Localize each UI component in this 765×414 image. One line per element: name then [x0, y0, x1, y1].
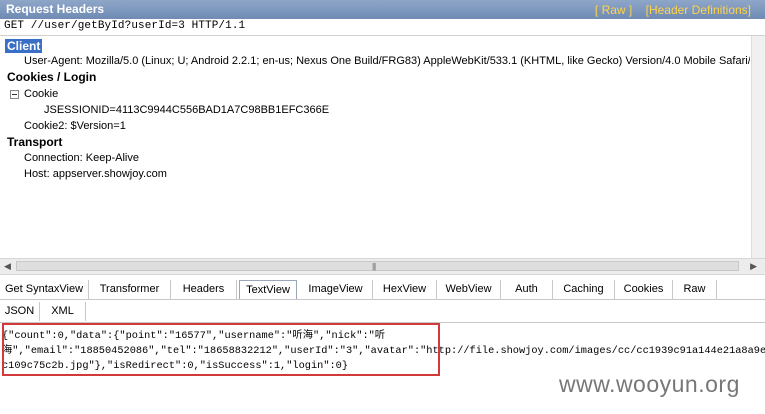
tab-raw[interactable]: Raw	[673, 280, 717, 299]
inspector-tabs: Get SyntaxView Transformer Headers TextV…	[0, 280, 765, 300]
cookie-jsessionid[interactable]: JSESSIONID=4113C9944C556BAD1A7C98BB1EFC3…	[44, 104, 329, 116]
request-headers-bar: Request Headers [ Raw ] [Header Definiti…	[0, 0, 765, 19]
scroll-grip-icon: |||	[372, 262, 376, 271]
highlight-annotation-box	[2, 323, 440, 376]
divider	[0, 35, 765, 36]
tab-cookies[interactable]: Cookies	[615, 280, 673, 299]
header-links: [ Raw ] [Header Definitions]	[585, 3, 751, 17]
header-connection[interactable]: Connection: Keep-Alive	[24, 152, 139, 164]
tree-group-client[interactable]: Client	[5, 39, 43, 53]
headers-tree: Client User-Agent: Mozilla/5.0 (Linux; U…	[0, 37, 750, 257]
tab-get-syntaxview[interactable]: Get SyntaxView	[0, 280, 89, 299]
collapse-icon[interactable]	[10, 89, 19, 99]
request-line: GET //user/getById?userId=3 HTTP/1.1	[4, 20, 246, 32]
tab-headers[interactable]: Headers	[171, 280, 237, 299]
tab-transformer[interactable]: Transformer	[89, 280, 171, 299]
horizontal-scrollbar[interactable]: ◀ ||| ▶	[0, 258, 765, 275]
tab-xml[interactable]: XML	[40, 302, 86, 321]
tab-json[interactable]: JSON	[0, 302, 40, 321]
scrollbar-thumb[interactable]: |||	[16, 261, 739, 271]
format-tabs: JSON XML	[0, 302, 120, 321]
vertical-scrollbar[interactable]	[751, 36, 765, 258]
tab-textview[interactable]: TextView	[239, 280, 297, 299]
tab-hexview[interactable]: HexView	[373, 280, 437, 299]
tabs-divider	[0, 299, 765, 300]
panel-title: Request Headers	[6, 2, 105, 16]
cookie-node-label: Cookie	[24, 88, 59, 100]
header-definitions-link[interactable]: [Header Definitions]	[646, 3, 751, 17]
scroll-right-arrow-icon[interactable]: ▶	[750, 261, 757, 272]
header-host[interactable]: Host: appserver.showjoy.com	[24, 168, 167, 180]
tree-group-transport[interactable]: Transport	[7, 135, 62, 149]
tab-auth[interactable]: Auth	[501, 280, 553, 299]
header-user-agent[interactable]: User-Agent: Mozilla/5.0 (Linux; U; Andro…	[24, 55, 750, 67]
scroll-left-arrow-icon[interactable]: ◀	[4, 261, 11, 272]
raw-link[interactable]: [ Raw ]	[595, 3, 632, 17]
tree-group-cookies[interactable]: Cookies / Login	[7, 70, 96, 84]
client-label[interactable]: Client	[5, 39, 43, 53]
tab-caching[interactable]: Caching	[553, 280, 615, 299]
tab-imageview[interactable]: ImageView	[299, 280, 373, 299]
cookie-node[interactable]: Cookie	[10, 88, 58, 100]
watermark: www.wooyun.org	[559, 371, 740, 397]
header-cookie2[interactable]: Cookie2: $Version=1	[24, 120, 126, 132]
tab-webview[interactable]: WebView	[437, 280, 501, 299]
